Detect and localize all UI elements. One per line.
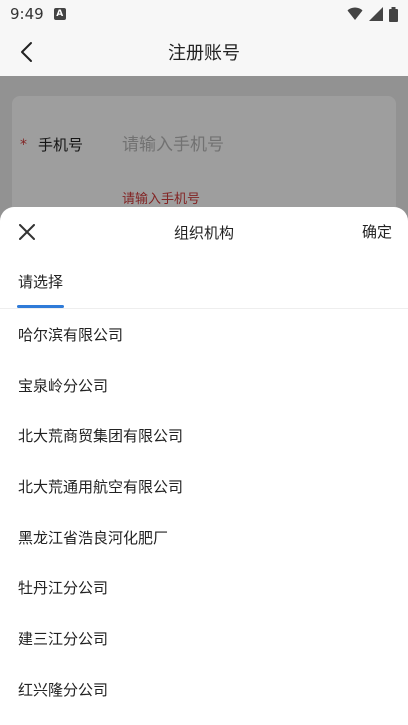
screen: 9:49 A 注册账号 * 手机号 请输入手机号 请输入手机号 组织机构 确定 … bbox=[0, 0, 408, 725]
list-item[interactable]: 宝泉岭分公司 bbox=[0, 360, 408, 411]
signal-icon bbox=[369, 7, 383, 21]
confirm-button[interactable]: 确定 bbox=[362, 221, 392, 242]
close-button[interactable] bbox=[14, 219, 40, 245]
chevron-left-icon bbox=[21, 42, 32, 62]
list-item[interactable]: 哈尔滨有限公司 bbox=[0, 309, 408, 360]
list-item[interactable]: 北大荒商贸集团有限公司 bbox=[0, 410, 408, 461]
close-icon bbox=[19, 224, 35, 240]
sheet-title: 组织机构 bbox=[173, 223, 234, 242]
org-picker-sheet: 组织机构 确定 请选择 哈尔滨有限公司 宝泉岭分公司 北大荒商贸集团有限公司 北… bbox=[0, 207, 408, 725]
status-time: 9:49 bbox=[10, 5, 44, 23]
tab-indicator bbox=[17, 305, 64, 308]
option-list: 哈尔滨有限公司 宝泉岭分公司 北大荒商贸集团有限公司 北大荒通用航空有限公司 黑… bbox=[0, 309, 408, 715]
nav-bar: 注册账号 bbox=[0, 28, 408, 76]
list-item[interactable]: 北大荒通用航空有限公司 bbox=[0, 461, 408, 512]
battery-icon bbox=[389, 6, 398, 22]
notification-icon: A bbox=[53, 8, 66, 20]
status-icons bbox=[347, 6, 398, 22]
back-button[interactable] bbox=[12, 38, 40, 66]
list-item[interactable]: 建三江分公司 bbox=[0, 613, 408, 664]
wifi-icon bbox=[347, 7, 363, 20]
list-item[interactable]: 牡丹江分公司 bbox=[0, 562, 408, 613]
list-item[interactable]: 红兴隆分公司 bbox=[0, 664, 408, 715]
tab-row: 请选择 bbox=[0, 257, 408, 309]
page-title: 注册账号 bbox=[168, 43, 240, 64]
list-item[interactable]: 黑龙江省浩良河化肥厂 bbox=[0, 512, 408, 563]
tab-select[interactable]: 请选择 bbox=[18, 271, 63, 292]
status-bar: 9:49 A bbox=[0, 0, 408, 28]
sheet-header: 组织机构 确定 bbox=[0, 207, 408, 257]
